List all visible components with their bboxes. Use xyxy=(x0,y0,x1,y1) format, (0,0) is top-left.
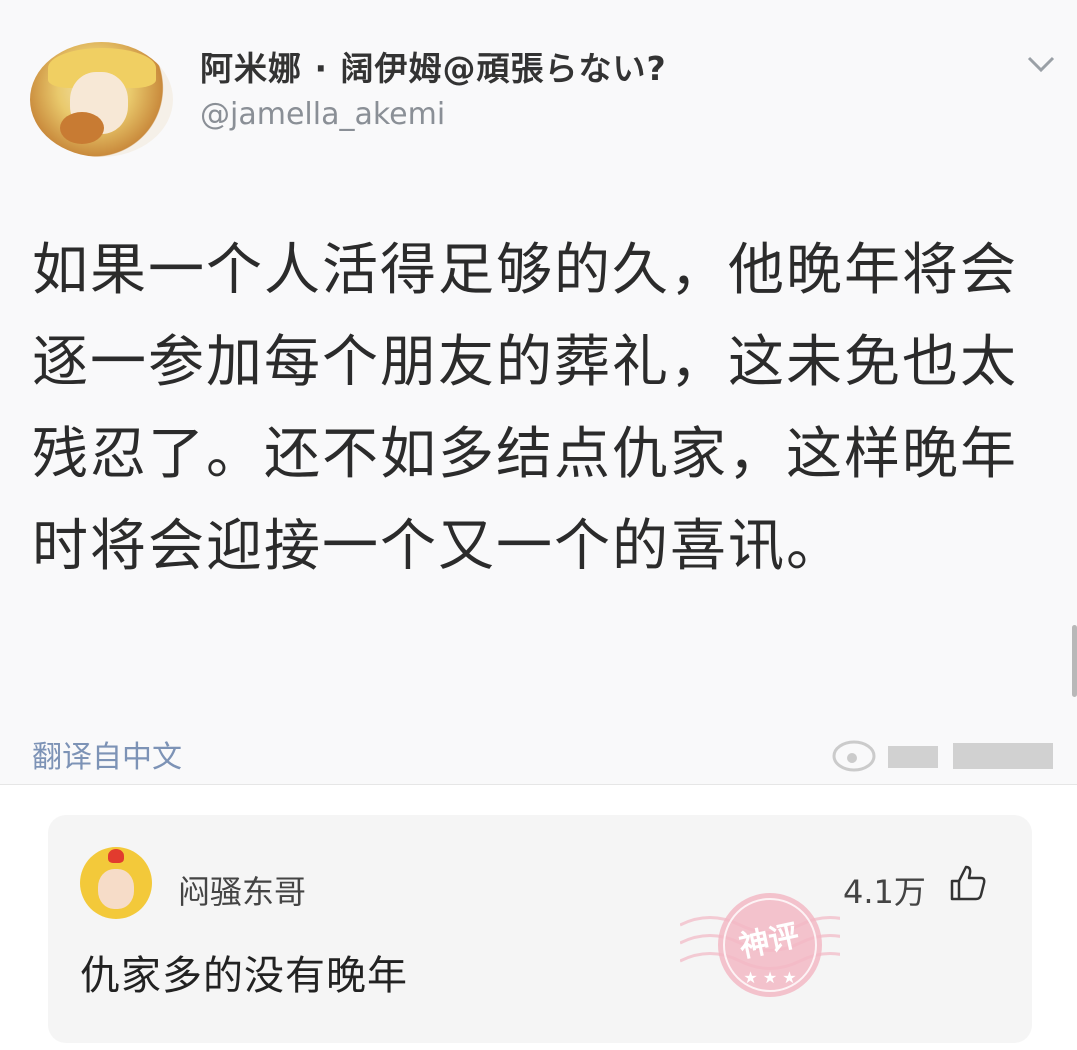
chevron-down-icon[interactable] xyxy=(1025,52,1057,76)
avatar[interactable] xyxy=(80,847,152,919)
tweet-display-name[interactable]: 阿米娜 · 阔伊姆@頑張らない? xyxy=(200,42,667,90)
svg-text:★ ★ ★: ★ ★ ★ xyxy=(743,968,796,987)
tweet-card: 阿米娜 · 阔伊姆@頑張らない? @jamella_akemi 如果一个人活得足… xyxy=(0,0,1077,785)
anime-avatar-icon[interactable] xyxy=(30,42,173,157)
tweet-handle[interactable]: @jamella_akemi xyxy=(200,97,445,132)
translate-link[interactable]: 翻译自中文 xyxy=(32,732,182,776)
hot-comment-stamp-icon: 神评 ★ ★ ★ xyxy=(680,893,840,997)
like-count: 4.1万 xyxy=(843,873,926,911)
tweet-text: 如果一个人活得足够的久，他晚年将会逐一参加每个朋友的葬礼，这未免也太残忍了。还不… xyxy=(32,238,1018,579)
comment-text: 仇家多的没有晚年 xyxy=(80,953,408,999)
scrollbar[interactable] xyxy=(1072,625,1077,697)
weibo-watermark-icon xyxy=(832,740,1053,772)
thumbs-up-icon[interactable] xyxy=(948,863,988,903)
comment-card: 闷骚东哥 4.1万 神评 ★ ★ ★ 仇家多的没有晚年 xyxy=(48,815,1032,1043)
commenter-name[interactable]: 闷骚东哥 xyxy=(178,867,306,913)
